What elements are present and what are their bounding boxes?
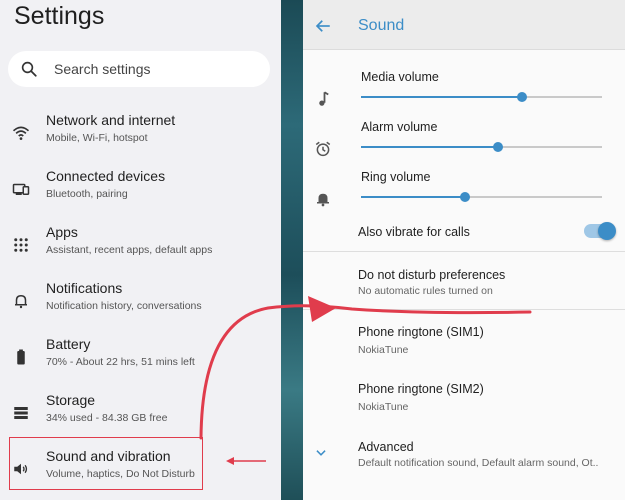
bell-icon	[317, 193, 329, 207]
settings-item-notifications[interactable]: Notifications Notification history, conv…	[0, 274, 281, 326]
slider-thumb[interactable]	[517, 92, 528, 102]
divider	[303, 251, 625, 252]
row-subtitle: NokiaTune	[358, 344, 409, 356]
search-bar[interactable]: Search settings	[8, 51, 270, 87]
slider-fill	[361, 146, 499, 148]
apps-grid-icon	[14, 238, 28, 252]
row-subtitle: No automatic rules turned on	[358, 285, 493, 297]
slider-fill	[361, 96, 523, 98]
row-title: Do not disturb preferences	[358, 268, 506, 282]
alarm-volume-row: Alarm volume	[303, 112, 625, 162]
settings-item-apps[interactable]: Apps Assistant, recent apps, default app…	[0, 218, 281, 270]
settings-item-title: Storage	[46, 392, 96, 408]
settings-item-subtitle: 70% - About 22 hrs, 51 mins left	[46, 356, 195, 368]
row-title: Phone ringtone (SIM1)	[358, 325, 484, 339]
storage-icon	[14, 407, 28, 419]
divider	[303, 309, 625, 310]
ring-volume-slider[interactable]	[361, 192, 602, 202]
settings-item-subtitle: Notification history, conversations	[46, 300, 202, 312]
dnd-preferences-row[interactable]: Do not disturb preferences No automatic …	[303, 258, 625, 308]
settings-title: Settings	[14, 2, 105, 30]
sound-app-bar: Sound	[303, 0, 625, 50]
highlight-box	[9, 437, 203, 490]
settings-panel: Settings Search settings Network and int…	[0, 0, 281, 500]
ringtone-sim1-row[interactable]: Phone ringtone (SIM1) NokiaTune	[303, 315, 625, 367]
row-subtitle: NokiaTune	[358, 401, 409, 413]
settings-item-subtitle: 34% used - 84.38 GB free	[46, 412, 168, 424]
music-note-icon	[319, 91, 329, 106]
settings-item-title: Network and internet	[46, 112, 176, 128]
toggle-knob	[598, 222, 616, 240]
back-arrow-icon[interactable]	[314, 17, 332, 35]
wallpaper-strip	[281, 0, 303, 500]
row-title: Advanced	[358, 440, 414, 454]
settings-item-title: Notifications	[46, 280, 123, 296]
vibrate-label: Also vibrate for calls	[358, 225, 470, 239]
settings-item-subtitle: Assistant, recent apps, default apps	[46, 244, 213, 256]
settings-item-subtitle: Mobile, Wi-Fi, hotspot	[46, 132, 148, 144]
alarm-clock-icon	[315, 141, 331, 157]
battery-icon	[17, 349, 25, 365]
search-placeholder: Search settings	[54, 61, 151, 77]
volume-label: Ring volume	[361, 170, 431, 184]
chevron-down-icon	[316, 450, 326, 456]
settings-item-title: Apps	[46, 224, 78, 240]
ringtone-sim2-row[interactable]: Phone ringtone (SIM2) NokiaTune	[303, 372, 625, 424]
search-icon	[21, 61, 37, 77]
devices-icon	[12, 183, 30, 195]
media-volume-row: Media volume	[303, 62, 625, 112]
alarm-volume-slider[interactable]	[361, 142, 602, 152]
settings-item-battery[interactable]: Battery 70% - About 22 hrs, 51 mins left	[0, 330, 281, 382]
slider-fill	[361, 196, 465, 198]
slider-thumb[interactable]	[493, 142, 504, 152]
volume-label: Media volume	[361, 70, 439, 84]
vibrate-for-calls-row[interactable]: Also vibrate for calls	[303, 212, 625, 252]
ring-volume-row: Ring volume	[303, 162, 625, 212]
settings-item-title: Connected devices	[46, 168, 166, 184]
settings-item-title: Battery	[46, 336, 91, 352]
sound-panel: Sound Media volume Alarm volume Ring vol…	[303, 0, 625, 500]
row-title: Phone ringtone (SIM2)	[358, 382, 484, 396]
sound-title: Sound	[358, 17, 405, 34]
vibrate-toggle[interactable]	[584, 222, 616, 240]
settings-item-subtitle: Bluetooth, pairing	[46, 188, 128, 200]
wifi-icon	[12, 126, 30, 140]
row-subtitle: Default notification sound, Default alar…	[358, 457, 599, 469]
media-volume-slider[interactable]	[361, 92, 602, 102]
settings-item-storage[interactable]: Storage 34% used - 84.38 GB free	[0, 386, 281, 438]
volume-label: Alarm volume	[361, 120, 438, 134]
bell-icon	[15, 294, 27, 309]
settings-item-network[interactable]: Network and internet Mobile, Wi-Fi, hots…	[0, 106, 281, 158]
slider-thumb[interactable]	[459, 192, 470, 202]
advanced-row[interactable]: Advanced Default notification sound, Def…	[303, 430, 625, 480]
settings-item-connected-devices[interactable]: Connected devices Bluetooth, pairing	[0, 162, 281, 214]
